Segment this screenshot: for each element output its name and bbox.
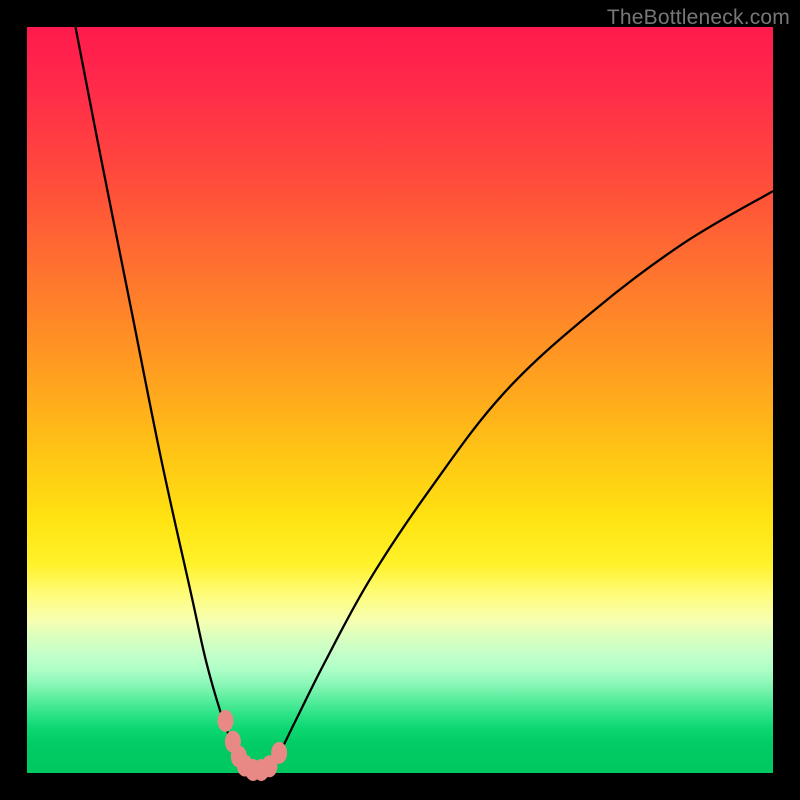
plot-area <box>27 27 773 773</box>
marker-point <box>271 742 287 764</box>
series-left-branch <box>75 27 245 767</box>
chart-frame: TheBottleneck.com <box>0 0 800 800</box>
marker-point <box>217 710 233 732</box>
series-right-branch <box>269 191 773 767</box>
watermark-text: TheBottleneck.com <box>607 6 790 30</box>
curves-layer <box>27 27 773 773</box>
markers-group <box>217 710 287 781</box>
